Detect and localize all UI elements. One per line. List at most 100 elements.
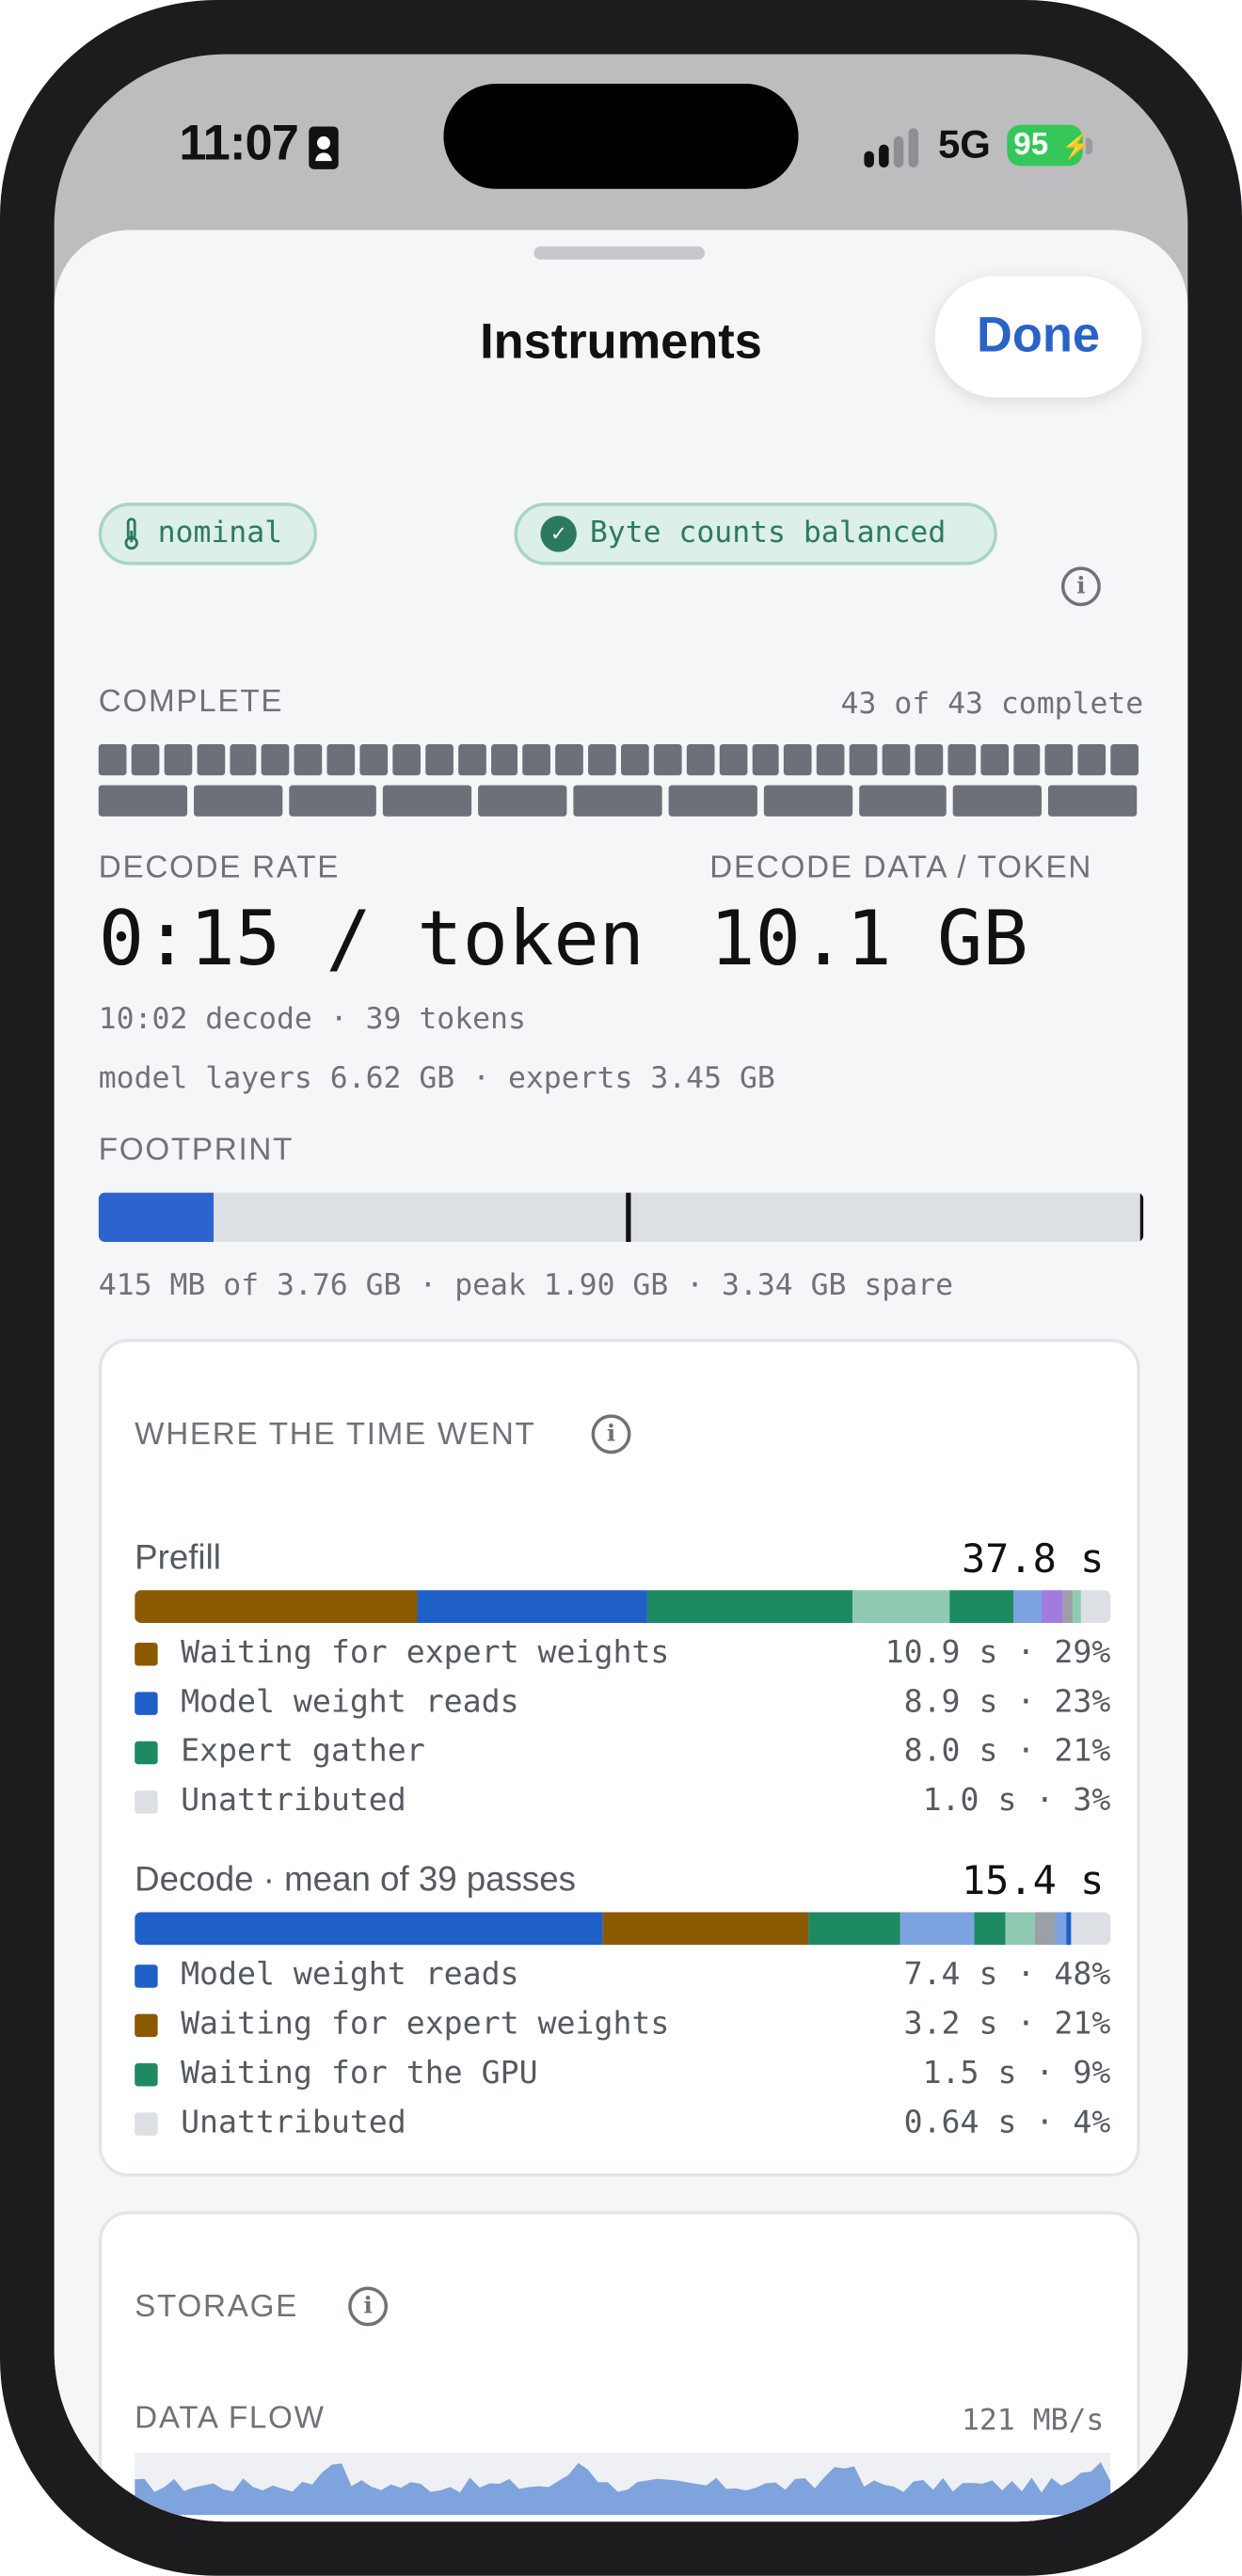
done-button[interactable]: Done [934, 276, 1142, 398]
progress-cell [668, 785, 757, 817]
progress-cell [522, 743, 551, 776]
legend-item: Unattributed 0.64 s · 4% [135, 2105, 1110, 2154]
legend-item: Waiting for the GPU 1.5 s · 9% [135, 2055, 1110, 2104]
legend-label: Waiting for expert weights [181, 1634, 670, 1671]
legend-value: 1.0 s · 3% [922, 1782, 1111, 1819]
legend-label: Unattributed [181, 2104, 406, 2141]
sheet-grabber[interactable] [533, 246, 706, 260]
progress-cell [1045, 743, 1074, 776]
legend-item: Waiting for expert weights 3.2 s · 21% [135, 2006, 1110, 2055]
instruments-sheet: Instruments Done nominal ✓ Byte counts b… [54, 230, 1188, 2522]
cellular-signal-icon [864, 128, 923, 168]
progress-cell [131, 743, 159, 776]
progress-cell [1048, 785, 1138, 817]
decode-segment [1055, 1912, 1067, 1946]
prefill-segment [1081, 1590, 1111, 1624]
legend-swatch [135, 2013, 158, 2038]
checkmark-icon: ✓ [540, 516, 577, 552]
legend-item: Model weight reads 7.4 s · 48% [135, 1957, 1110, 2006]
data-flow-label: DATA FLOW [135, 2401, 326, 2437]
progress-cell [1012, 743, 1041, 776]
legend-label: Model weight reads [181, 1683, 519, 1721]
network-type: 5G [937, 122, 991, 168]
progress-cell [763, 785, 852, 817]
decode-stacked-bar [135, 1912, 1111, 1946]
progress-cell [457, 743, 486, 776]
thermal-badge[interactable]: nominal [98, 502, 317, 565]
decode-segment [807, 1912, 901, 1946]
legend-value: 8.9 s · 23% [903, 1683, 1111, 1721]
time-breakdown-card: WHERE THE TIME WENT i Prefill 37.8 s Wai… [98, 1339, 1140, 2177]
prefill-segment [135, 1590, 418, 1624]
decode-segment [1070, 1912, 1111, 1946]
decode-segment [1035, 1912, 1056, 1946]
progress-cell [573, 785, 662, 817]
progress-cell [858, 785, 947, 817]
progress-cell [164, 743, 192, 776]
info-icon[interactable]: i [591, 1414, 631, 1455]
status-time: 11:07 [179, 116, 299, 171]
info-icon[interactable]: i [348, 2286, 389, 2327]
contact-card-icon [309, 126, 339, 169]
storage-card: STORAGE i DATA FLOW 121 MB/s [98, 2211, 1140, 2522]
progress-cell [478, 785, 567, 817]
decode-rate-text: 0:15 / token [98, 893, 645, 983]
legend-value: 10.9 s · 29% [884, 1634, 1111, 1671]
legend-swatch [135, 1741, 158, 1765]
footprint-label: FOOTPRINT [98, 1133, 295, 1169]
legend-label: Waiting for expert weights [181, 2005, 670, 2043]
prefill-segment [1073, 1590, 1082, 1624]
byte-balance-badge[interactable]: ✓ Byte counts balanced [514, 502, 997, 565]
decode-segment [900, 1912, 975, 1946]
progress-cell [98, 743, 127, 776]
legend-swatch [135, 1692, 158, 1715]
progress-cell [392, 743, 421, 776]
legend-value: 0.64 s · 4% [903, 2104, 1111, 2141]
thermometer-icon [124, 517, 138, 550]
progress-cell [229, 743, 258, 776]
progress-cell [817, 743, 845, 776]
progress-cell [621, 743, 649, 776]
decode-data-label: DECODE DATA / TOKEN [709, 851, 1093, 886]
progress-grid [98, 743, 1143, 817]
legend-label: Waiting for the GPU [181, 2055, 538, 2091]
footprint-bar [98, 1192, 1144, 1243]
legend-value: 1.5 s · 9% [922, 2055, 1111, 2091]
prefill-segment [1063, 1590, 1074, 1624]
data-flow-chart [135, 2452, 1111, 2516]
decode-summary: 10:02 decode · 39 tokens [98, 1002, 526, 1037]
prefill-segment [1012, 1590, 1043, 1624]
progress-cell [849, 743, 878, 776]
progress-cell [98, 785, 187, 817]
device-frame: 11:07 5G 95 ⚡ Instruments Done nominal ✓… [0, 0, 1242, 2576]
progress-cell [588, 743, 616, 776]
legend-swatch [135, 1964, 158, 1988]
legend-value: 8.0 s · 21% [903, 1733, 1111, 1770]
progress-cell [1110, 743, 1139, 776]
decode-rate-value: 0:15 / token [99, 894, 645, 982]
legend-item: Expert gather 8.0 s · 21% [135, 1733, 1110, 1782]
thermal-label: nominal [157, 516, 283, 550]
progress-cell [784, 743, 812, 776]
footprint-used [98, 1192, 214, 1243]
prefill-stacked-bar [135, 1590, 1111, 1624]
progress-cell [262, 743, 290, 776]
legend-label: Unattributed [181, 1782, 406, 1819]
info-icon[interactable]: i [1060, 566, 1101, 607]
decode-segment [602, 1912, 808, 1946]
decode-segment [974, 1912, 1007, 1946]
dynamic-island [443, 84, 799, 189]
decode-breakdown: model layers 6.62 GB · experts 3.45 GB [98, 1060, 775, 1096]
screen: 11:07 5G 95 ⚡ Instruments Done nominal ✓… [54, 54, 1188, 2522]
legend-swatch [135, 2063, 158, 2087]
progress-cell [1077, 743, 1107, 776]
legend-value: 7.4 s · 48% [903, 1956, 1111, 1993]
progress-cell [751, 743, 780, 776]
complete-summary: 43 of 43 complete [840, 686, 1144, 722]
legend-item: Waiting for expert weights 10.9 s · 29% [135, 1634, 1110, 1683]
legend-item: Unattributed 1.0 s · 3% [135, 1782, 1110, 1831]
data-flow-value: 121 MB/s [961, 2403, 1105, 2439]
footprint-summary: 415 MB of 3.76 GB · peak 1.90 GB · 3.34 … [98, 1267, 953, 1303]
legend-swatch [135, 1790, 158, 1814]
progress-cell [653, 743, 682, 776]
